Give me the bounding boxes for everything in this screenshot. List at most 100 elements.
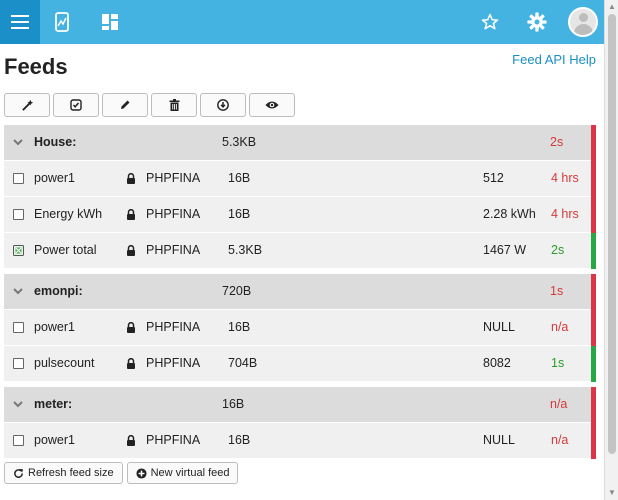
group-size: 16B [222,397,245,411]
scroll-down-arrow-icon[interactable]: ▼ [607,488,617,498]
feed-size: 704B [228,356,258,370]
lock-icon [126,161,136,196]
feed-checkbox[interactable] [13,161,24,196]
avatar [568,7,598,37]
feed-checkbox[interactable] [13,233,24,268]
view-button[interactable] [249,93,295,117]
status-indicator [591,387,596,423]
menu-button[interactable] [0,0,40,44]
lock-icon [126,310,136,345]
chevron-down-icon[interactable] [13,125,25,160]
feed-row[interactable]: power1 PHPFINA 16B NULL n/a [4,310,596,346]
feed-name: power1 [34,171,75,185]
feed-checkbox[interactable] [13,197,24,232]
feed-row[interactable]: Energy kWh PHPFINA 16B 2.28 kWh 4 hrs [4,197,596,233]
new-virtual-feed-label: New virtual feed [150,467,230,479]
feed-value: 512 [483,171,504,185]
status-indicator [591,310,596,346]
dashboard-button[interactable] [90,0,130,44]
download-icon [217,99,229,111]
feed-engine: PHPFINA [146,356,201,370]
star-icon [481,13,499,30]
top-nav-bar [0,0,604,44]
select-all-button[interactable] [53,93,99,117]
plus-circle-icon [136,467,147,479]
feed-checkbox[interactable] [13,346,24,381]
feed-size: 16B [228,433,251,447]
group-name: House: [34,135,77,149]
feed-engine: PHPFINA [146,433,201,447]
scroll-thumb[interactable] [608,14,616,454]
checked-checkbox-icon [13,245,24,256]
feed-checkbox[interactable] [13,423,24,458]
group-header-row[interactable]: emonpi: 720B 1s [4,274,596,310]
refresh-feed-size-label: Refresh feed size [28,467,114,479]
lock-icon [126,197,136,232]
group-header-row[interactable]: meter: 16B n/a [4,387,596,423]
feed-name: power1 [34,320,75,334]
feed-value: 8082 [483,356,511,370]
user-menu-button[interactable] [562,0,604,44]
graph-icon [55,12,69,32]
dashboard-icon [102,14,118,30]
group-time: 1s [550,284,564,298]
feed-size: 16B [228,171,251,185]
group-size: 720B [222,284,252,298]
wand-icon [21,99,33,111]
feed-group: emonpi: 720B 1s power1 PHPFINA 16B NULL … [4,274,596,382]
check-square-icon [70,99,82,111]
feeds-table: House: 5.3KB 2s power1 PHPFINA 16B 512 4… [4,125,596,464]
feed-value: NULL [483,320,515,334]
favourite-button[interactable] [470,0,510,44]
group-header-row[interactable]: House: 5.3KB 2s [4,125,596,161]
feed-time: n/a [551,320,569,334]
status-indicator [591,161,596,197]
lock-icon [126,233,136,268]
feed-checkbox[interactable] [13,310,24,345]
feed-size: 16B [228,207,251,221]
group-size: 5.3KB [222,135,257,149]
new-virtual-feed-button[interactable]: New virtual feed [126,462,239,484]
edit-button[interactable] [102,93,148,117]
delete-button[interactable] [151,93,197,117]
lock-icon [126,423,136,458]
feed-row[interactable]: Power total PHPFINA 5.3KB 1467 W 2s [4,233,596,269]
feed-row[interactable]: power1 PHPFINA 16B 512 4 hrs [4,161,596,197]
feed-size: 16B [228,320,251,334]
feed-toolbar [4,93,295,117]
bottom-actions: Refresh feed size New virtual feed [4,462,239,484]
trash-icon [169,99,179,111]
feed-engine: PHPFINA [146,207,201,221]
feed-row[interactable]: power1 PHPFINA 16B NULL n/a [4,423,596,459]
page-title: Feeds [4,54,68,79]
group-time: n/a [550,397,568,411]
feed-value: 1467 W [483,243,527,257]
graph-button[interactable] [42,0,82,44]
refresh-feed-size-button[interactable]: Refresh feed size [4,462,123,484]
eye-icon [265,101,279,109]
feed-time: 1s [551,356,565,370]
download-button[interactable] [200,93,246,117]
status-indicator [591,197,596,233]
pencil-icon [121,100,130,109]
feed-row[interactable]: pulsecount PHPFINA 704B 8082 1s [4,346,596,382]
scrollbar[interactable]: ▲ ▼ [604,0,618,500]
refresh-icon [14,468,24,478]
chevron-down-icon[interactable] [13,274,25,309]
feed-name: pulsecount [34,356,95,370]
feed-value: 2.28 kWh [483,207,536,221]
feed-engine: PHPFINA [146,171,201,185]
feed-api-help-link[interactable]: Feed API Help [512,52,596,67]
status-indicator [591,125,596,161]
process-button[interactable] [4,93,50,117]
chevron-down-icon[interactable] [13,387,25,422]
status-indicator [591,233,596,269]
group-time: 2s [550,135,564,149]
feed-time: 2s [551,243,565,257]
feed-group: House: 5.3KB 2s power1 PHPFINA 16B 512 4… [4,125,596,269]
feed-time: 4 hrs [551,171,579,185]
scroll-up-arrow-icon[interactable]: ▲ [607,2,617,12]
status-indicator [591,423,596,459]
feed-name: Energy kWh [34,207,103,221]
settings-button[interactable] [517,0,557,44]
